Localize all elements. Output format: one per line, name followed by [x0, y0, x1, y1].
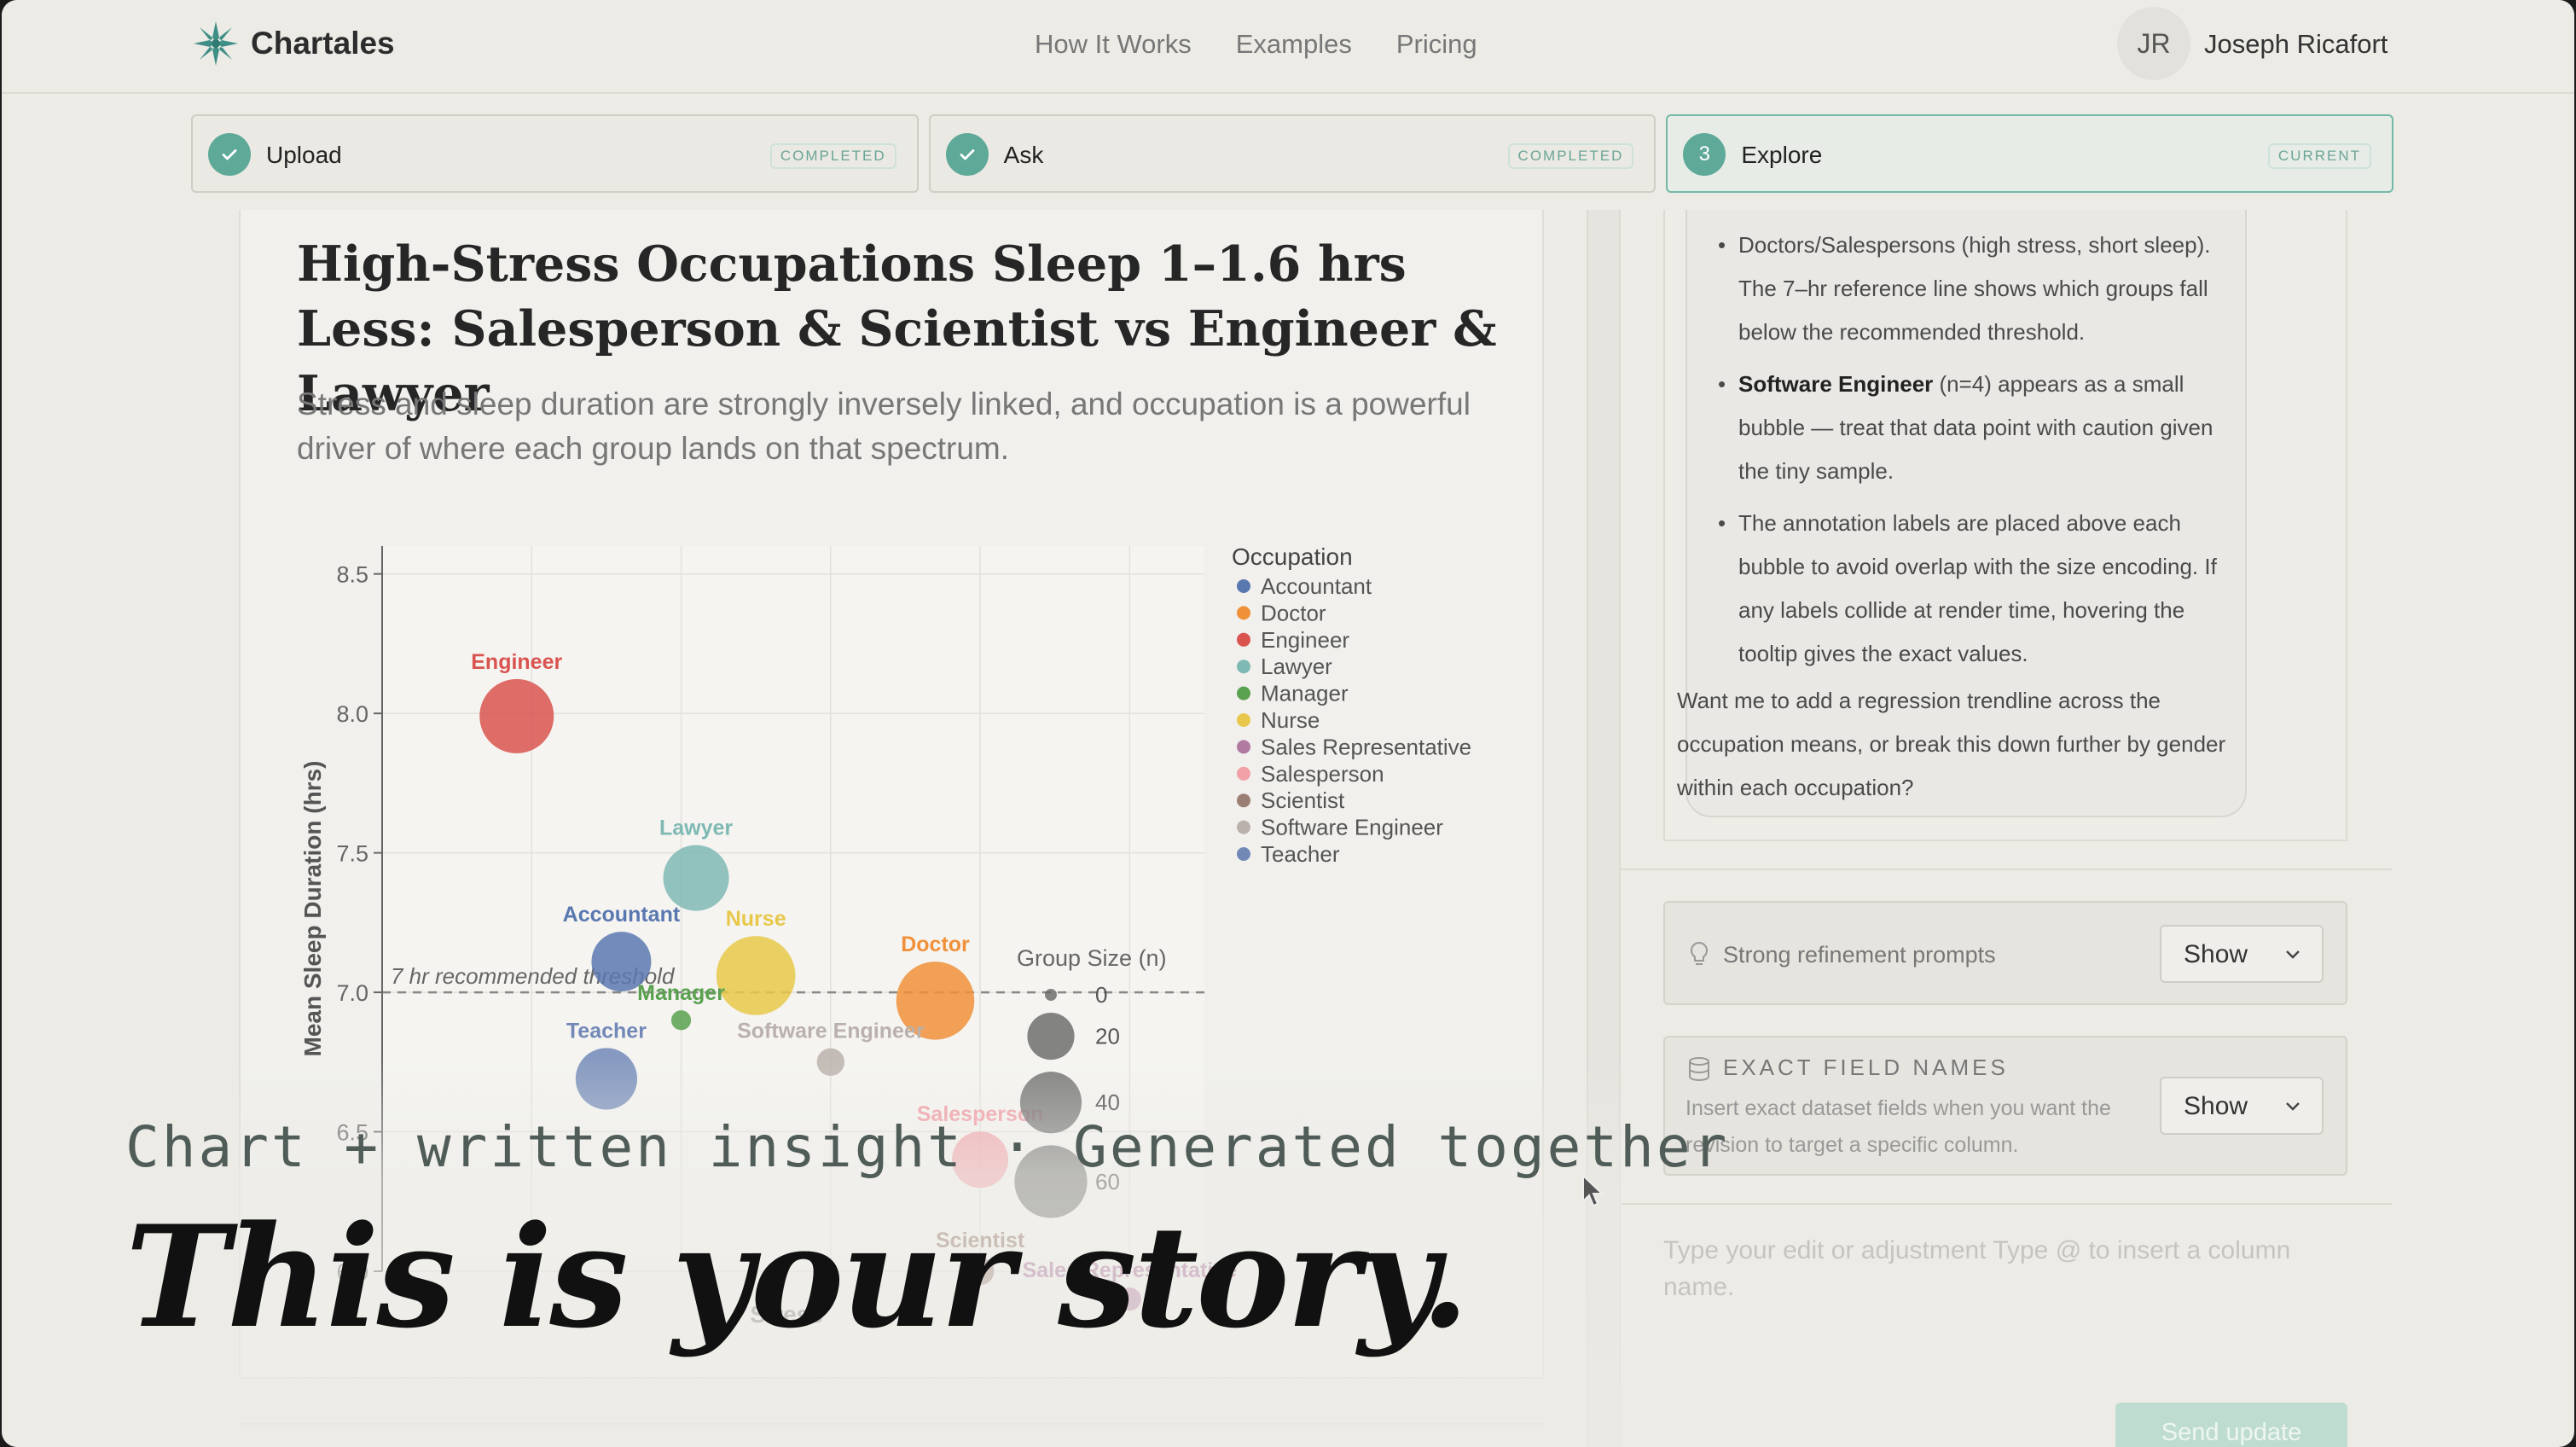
check-icon — [208, 133, 251, 176]
step-explore[interactable]: 3 Explore CURRENT — [1666, 114, 2394, 193]
check-icon — [945, 133, 989, 176]
bubble-point — [479, 678, 554, 753]
overlay-headline: This is your story. — [125, 1194, 1470, 1359]
progress-steps: Upload COMPLETED Ask COMPLETED 3 Explore… — [191, 114, 2394, 193]
bubble-label: Accountant — [563, 903, 681, 927]
legend-entry: Sales Representative — [1261, 734, 1471, 759]
nav-link-how-it-works[interactable]: How It Works — [1035, 29, 1192, 60]
bubble-label: Nurse — [726, 907, 786, 931]
step-status-badge: COMPLETED — [1507, 143, 1634, 169]
nav-link-pricing[interactable]: Pricing — [1396, 29, 1477, 60]
size-legend-label: 20 — [1095, 1024, 1120, 1049]
top-nav: Chartales How It Works Examples Pricing … — [2, 0, 2574, 94]
select-value: Show — [2184, 940, 2248, 968]
legend-entry: Scientist — [1261, 787, 1345, 813]
size-legend-bubble — [1045, 989, 1057, 1001]
legend-swatch — [1237, 632, 1250, 647]
chevron-down-icon — [2286, 950, 2300, 959]
divider — [1621, 1203, 2392, 1205]
bubble-label: Engineer — [471, 650, 562, 674]
refinement-prompts-select[interactable]: Show — [2160, 925, 2324, 983]
step-status-badge: COMPLETED — [769, 143, 896, 169]
logo[interactable]: Chartales — [191, 19, 395, 68]
step-upload[interactable]: Upload COMPLETED — [191, 114, 919, 193]
legend-swatch — [1237, 766, 1250, 781]
bullet-text: The annotation labels are placed above e… — [1738, 510, 2217, 666]
database-icon — [1689, 1057, 1709, 1082]
legend-swatch — [1237, 686, 1250, 700]
message-line: Doctors/Salespersons (high stress, short… — [1738, 232, 2211, 345]
legend-swatch — [1237, 660, 1250, 674]
legend-entry: Salesperson — [1261, 761, 1384, 787]
chevron-down-icon — [2286, 1102, 2300, 1111]
message-paragraph: Doctors/Salespersons (high stress, short… — [1708, 224, 2230, 354]
y-axis-label: Mean Sleep Duration (hrs) — [299, 761, 326, 1057]
logo-star-icon — [194, 21, 238, 66]
refinement-prompts-panel: Strong refinement prompts Show — [1663, 901, 2347, 1005]
bullet-bold: Software Engineer — [1738, 371, 1934, 397]
field-names-select[interactable]: Show — [2160, 1077, 2324, 1135]
message-bullet: Software Engineer (n=4) appears as a sma… — [1708, 363, 2230, 493]
overlay-caption: Chart + written insight · Generated toge… — [125, 1114, 1730, 1180]
field-names-panel: EXACT FIELD NAMES Insert exact dataset f… — [1663, 1036, 2347, 1176]
send-update-button[interactable]: Send update — [2115, 1403, 2347, 1447]
legend-swatch — [1237, 793, 1250, 808]
mouse-cursor-icon — [1582, 1174, 1604, 1207]
legend-entry: Doctor — [1261, 600, 1326, 625]
legend-title: Occupation — [1232, 543, 1353, 570]
legend-swatch — [1237, 820, 1250, 834]
legend-swatch — [1237, 579, 1250, 593]
step-label: Upload — [266, 142, 342, 168]
legend-entry: Software Engineer — [1261, 815, 1443, 840]
bubble-point — [663, 845, 729, 911]
bubble-label: Doctor — [901, 933, 970, 956]
legend-entry: Teacher — [1261, 841, 1340, 867]
assistant-message-text: Doctors/Salespersons (high stress, short… — [1677, 224, 2230, 810]
edit-input[interactable]: Type your edit or adjustment Type @ to i… — [1663, 1232, 2329, 1305]
user-name[interactable]: Joseph Ricafort — [2204, 29, 2387, 60]
avatar[interactable]: JR — [2117, 7, 2190, 80]
y-tick-label: 7.0 — [336, 980, 368, 1006]
divider — [1621, 869, 2392, 870]
bubble-label: Lawyer — [659, 816, 733, 840]
y-tick-label: 8.0 — [336, 701, 368, 727]
bubble-point — [670, 1010, 692, 1031]
brand-name: Chartales — [251, 26, 395, 61]
legend-entry: Nurse — [1261, 707, 1320, 733]
legend-swatch — [1237, 606, 1250, 620]
bubble-point — [716, 936, 796, 1015]
select-value: Show — [2184, 1092, 2248, 1120]
bubble-label: Software Engineer — [737, 1020, 925, 1043]
nav-links: How It Works Examples Pricing — [1035, 29, 1477, 60]
bubble-label: Teacher — [566, 1019, 647, 1043]
y-tick-label: 7.5 — [336, 841, 368, 867]
legend-swatch — [1237, 740, 1250, 754]
step-label: Explore — [1741, 142, 1823, 168]
refinement-prompts-label: Strong refinement prompts — [1723, 942, 1996, 968]
legend-entry: Engineer — [1261, 627, 1349, 653]
nav-link-examples[interactable]: Examples — [1236, 29, 1352, 60]
bubble-label: Manager — [637, 981, 725, 1005]
size-legend-label: 0 — [1095, 982, 1107, 1008]
step-status-badge: CURRENT — [2267, 143, 2372, 169]
field-names-description: Insert exact dataset fields when you wan… — [1685, 1096, 2111, 1157]
step-number: 3 — [1683, 133, 1726, 176]
size-legend-bubble — [1027, 1013, 1075, 1061]
message-closing: Want me to add a regression trendline ac… — [1677, 688, 2226, 800]
legend-entry: Manager — [1261, 681, 1349, 706]
story-subtitle: Stress and sleep duration are strongly i… — [297, 386, 1471, 466]
step-label: Ask — [1003, 142, 1044, 168]
field-names-label: EXACT FIELD NAMES — [1723, 1055, 2009, 1080]
size-legend-title: Group Size (n) — [1017, 945, 1167, 971]
app-window: Chartales How It Works Examples Pricing … — [2, 0, 2574, 1447]
legend-entry: Lawyer — [1261, 654, 1332, 679]
legend-swatch — [1237, 847, 1250, 861]
message-bullet: The annotation labels are placed above e… — [1708, 502, 2230, 676]
step-ask[interactable]: Ask COMPLETED — [928, 114, 1656, 193]
y-tick-label: 8.5 — [336, 562, 368, 588]
legend-swatch — [1237, 713, 1250, 727]
lightbulb-icon — [1690, 941, 1709, 965]
legend-entry: Accountant — [1261, 573, 1372, 599]
